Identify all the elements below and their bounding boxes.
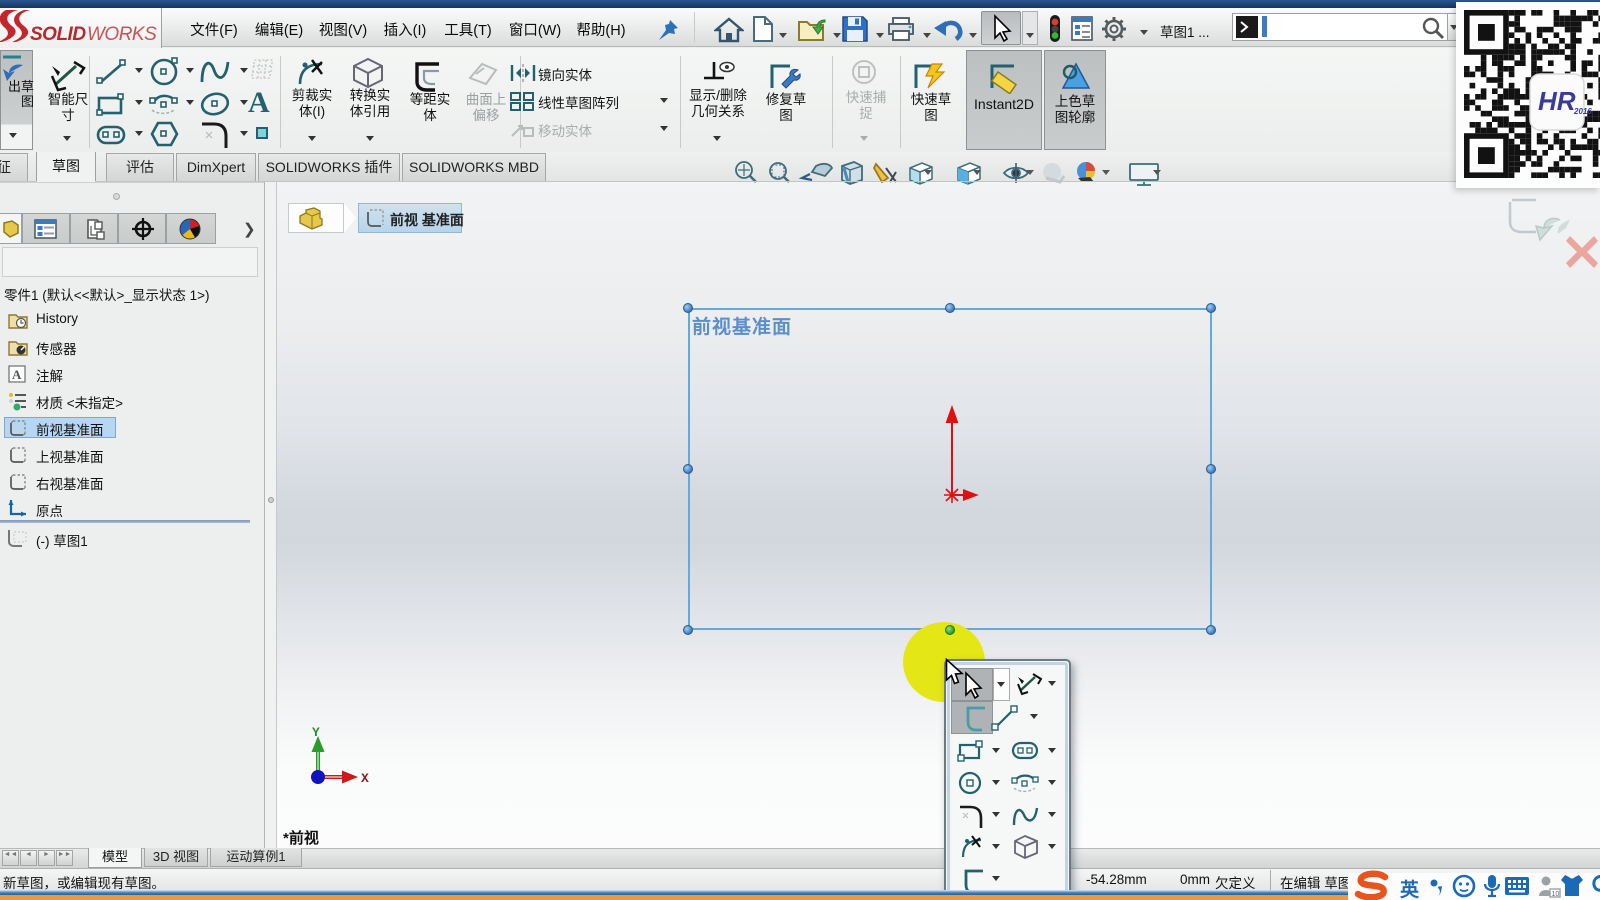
svg-text:HR: HR bbox=[1538, 86, 1576, 116]
svg-text:Y: Y bbox=[312, 725, 320, 740]
svg-text:X: X bbox=[361, 771, 369, 786]
svg-text:10: 10 bbox=[1552, 891, 1560, 898]
svg-text:A: A bbox=[12, 367, 22, 382]
svg-text:WORKS: WORKS bbox=[87, 24, 157, 45]
svg-text:SOLID: SOLID bbox=[30, 24, 86, 45]
svg-text:2016: 2016 bbox=[1573, 107, 1592, 116]
